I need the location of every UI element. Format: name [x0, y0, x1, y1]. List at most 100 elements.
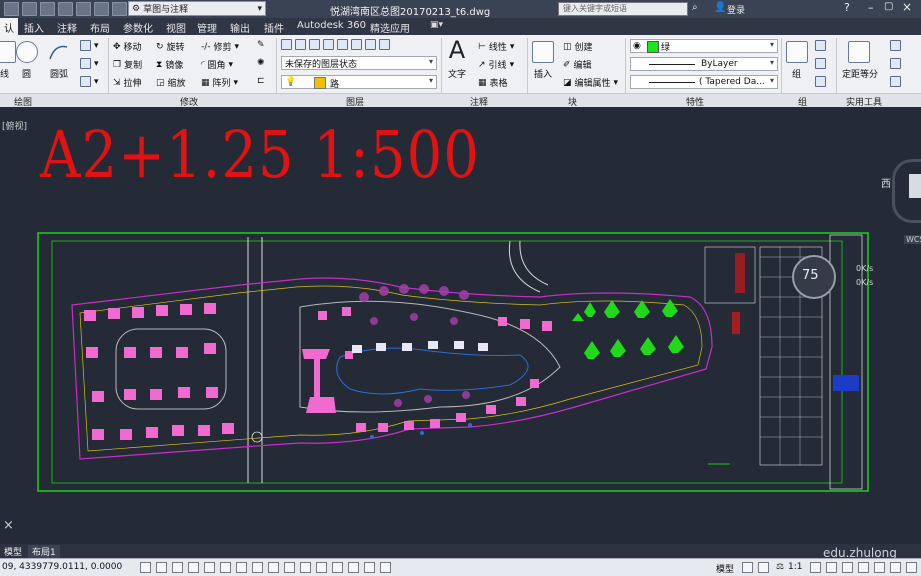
layer-freeze-icon[interactable] [323, 39, 334, 50]
offset-tool[interactable]: ⊏ [257, 76, 265, 86]
text-icon[interactable]: A [446, 38, 468, 62]
print-icon[interactable] [94, 2, 109, 16]
layer-on-icon[interactable] [295, 39, 306, 50]
quick-view-layouts-icon[interactable] [742, 562, 753, 573]
coordinate-readout[interactable]: 09, 4339779.0111, 0.0000 [2, 562, 122, 572]
array-button[interactable]: ▦ 阵列 ▾ [201, 76, 238, 90]
layer-merge-icon[interactable] [379, 39, 390, 50]
login-link[interactable]: 登录 [727, 3, 745, 16]
layer-lock-icon[interactable] [337, 39, 348, 50]
scale-button[interactable]: ◲ 缩放 [156, 76, 186, 90]
open-file-icon[interactable] [40, 2, 55, 16]
tab-manage[interactable]: 管理 [197, 20, 217, 35]
tab-featured-apps[interactable]: 精选应用 [370, 20, 410, 35]
transparency-icon[interactable] [316, 562, 327, 573]
erase-tool[interactable]: ✎ [257, 40, 265, 50]
rotate-button[interactable]: ↻ 旋转 [156, 40, 185, 54]
tab-plugins[interactable]: 插件 [264, 20, 284, 35]
lineweight-icon[interactable] [300, 562, 311, 573]
tab-autodesk-360[interactable]: Autodesk 360 [297, 20, 366, 31]
lineweight-dropdown[interactable]: ( Tapered Da... [630, 75, 778, 89]
dynamic-input-icon[interactable] [284, 562, 295, 573]
binoculars-icon[interactable]: ⌕ [692, 2, 698, 13]
tab-model[interactable]: 模型 [0, 545, 26, 558]
select-all-tool[interactable] [890, 76, 901, 87]
3d-osnap-icon[interactable] [236, 562, 247, 573]
mirror-button[interactable]: ⧗ 镜像 [156, 58, 183, 72]
edit-block-button[interactable]: ✐ 编辑 [563, 58, 592, 72]
layer-isolate-icon[interactable] [309, 39, 320, 50]
search-input[interactable]: 键入关键字或短语 [558, 2, 688, 16]
rectangle-tool[interactable]: ▾ [80, 40, 99, 51]
measure-icon[interactable] [848, 41, 870, 63]
trim-button[interactable]: -/- 修剪 ▾ [201, 40, 239, 54]
auto-scale-icon[interactable] [826, 562, 837, 573]
group-select-tool[interactable] [815, 76, 826, 87]
ungroup-tool[interactable] [815, 40, 826, 51]
insert-button[interactable]: 插入 [534, 67, 552, 80]
layer-state-dropdown[interactable]: 未保存的图层状态 [281, 56, 437, 70]
video-icon[interactable]: ▣▾ [430, 20, 443, 30]
arc-icon[interactable] [47, 41, 69, 63]
group-icon[interactable] [786, 41, 808, 63]
close-icon[interactable]: × [902, 0, 912, 14]
selection-cycling-icon[interactable] [348, 562, 359, 573]
annotation-scale[interactable]: 1:1 [788, 562, 802, 572]
compass-west-label[interactable]: 西 [881, 175, 891, 190]
tab-layout[interactable]: 布局 [90, 20, 110, 35]
hardware-accel-icon[interactable] [874, 562, 885, 573]
save-icon[interactable] [58, 2, 73, 16]
group-edit-tool[interactable] [815, 58, 826, 69]
quick-view-drawings-icon[interactable] [758, 562, 769, 573]
tab-output[interactable]: 输出 [230, 20, 250, 35]
move-button[interactable]: ✥ 移动 [113, 40, 142, 54]
color-dropdown[interactable]: ◉ 绿 [630, 39, 778, 53]
copy-button[interactable]: ❐ 复制 [113, 58, 142, 72]
quick-properties-icon[interactable] [332, 562, 343, 573]
clean-screen-icon[interactable] [906, 562, 917, 573]
text-button[interactable]: 文字 [448, 67, 466, 80]
tab-insert[interactable]: 插入 [24, 20, 44, 35]
explode-tool[interactable]: ✺ [257, 58, 265, 68]
save-as-icon[interactable] [76, 2, 91, 16]
gizmo-icon[interactable] [380, 562, 391, 573]
maximize-icon[interactable]: ▢ [884, 1, 893, 12]
minimize-icon[interactable]: – [868, 1, 874, 14]
linear-dim-button[interactable]: ⊢ 线性 ▾ [478, 40, 514, 54]
viewcube-face[interactable] [909, 174, 921, 198]
quick-calc-tool[interactable] [890, 40, 901, 51]
layer-walk-icon[interactable] [365, 39, 376, 50]
object-snap-icon[interactable] [220, 562, 231, 573]
app-menu-icon[interactable] [4, 2, 19, 16]
tab-annotate[interactable]: 注释 [57, 20, 77, 35]
site-plan-drawing[interactable] [0, 107, 921, 544]
tab-layout1[interactable]: 布局1 [28, 545, 60, 558]
layer-current-dropdown[interactable]: 💡 路 [281, 75, 437, 90]
circle-icon[interactable] [16, 41, 38, 63]
polar-tracking-icon[interactable] [204, 562, 215, 573]
id-point-tool[interactable] [890, 58, 901, 69]
create-block-button[interactable]: ◫ 创建 [563, 40, 593, 54]
undo-icon[interactable] [112, 2, 127, 16]
leader-button[interactable]: ↗ 引线 ▾ [478, 58, 514, 72]
help-icon[interactable]: ? [844, 1, 850, 14]
lock-icon[interactable] [858, 562, 869, 573]
annotation-monitor-icon[interactable] [364, 562, 375, 573]
line-button[interactable]: 线 [0, 67, 9, 80]
close-icon[interactable]: × [3, 518, 14, 533]
wcs-menu[interactable]: WCS [904, 235, 921, 244]
group-button[interactable]: 组 [792, 67, 801, 80]
ducs-icon[interactable] [268, 562, 279, 573]
circle-button[interactable]: 圆 [22, 67, 31, 80]
annotation-visibility-icon[interactable] [810, 562, 821, 573]
linetype-dropdown[interactable]: ByLayer [630, 57, 778, 71]
fillet-button[interactable]: ◜ 圆角 ▾ [201, 58, 233, 72]
tab-parametric[interactable]: 参数化 [123, 20, 153, 35]
workspace-dropdown[interactable]: ⚙ 草图与注释 ▾ [128, 1, 266, 16]
stretch-button[interactable]: ⇲ 拉伸 [113, 76, 142, 90]
user-icon[interactable]: 👤 [714, 2, 726, 13]
arc-button[interactable]: 圆弧 [50, 67, 68, 80]
ortho-mode-icon[interactable] [188, 562, 199, 573]
workspace-switch-icon[interactable] [842, 562, 853, 573]
drawing-canvas[interactable]: [俯视] A2+1.25 1:500 75 0K/s 0K/s 西 WC × [0, 107, 921, 544]
